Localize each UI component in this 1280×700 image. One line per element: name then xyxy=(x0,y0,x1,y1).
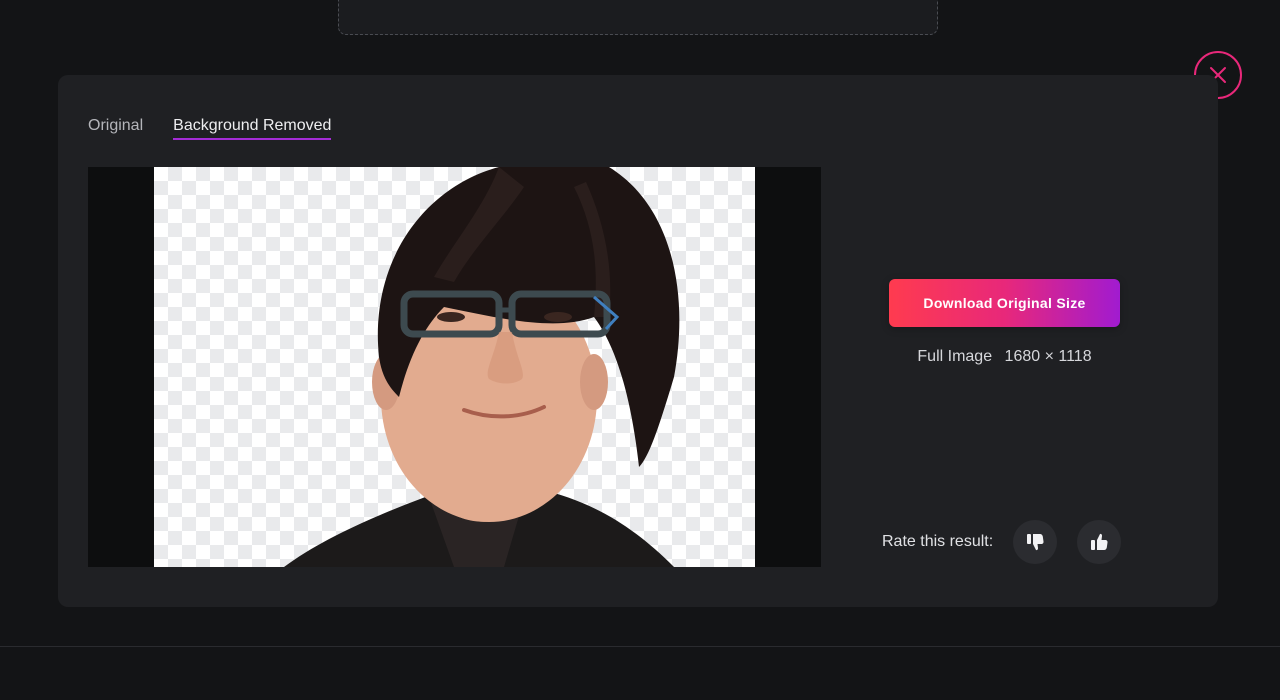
image-preview xyxy=(88,167,821,567)
thumbs-up-icon xyxy=(1091,533,1108,550)
thumbs-down-button[interactable] xyxy=(1013,520,1058,564)
thumbs-up-button[interactable] xyxy=(1077,520,1122,564)
upload-dropzone[interactable] xyxy=(338,0,938,35)
image-size-label: Full Image xyxy=(917,348,993,365)
footer-divider xyxy=(0,646,1280,647)
view-tabs: Original Background Removed xyxy=(88,117,332,140)
image-size-info: Full Image 1680 × 1118 xyxy=(889,348,1120,366)
rating-section: Rate this result: xyxy=(882,520,1141,564)
subject-cutout-image xyxy=(284,167,680,567)
image-dimensions: 1680 × 1118 xyxy=(1004,348,1092,365)
tab-original[interactable]: Original xyxy=(88,117,143,140)
thumbs-down-icon xyxy=(1027,534,1044,551)
tab-background-removed[interactable]: Background Removed xyxy=(173,117,332,140)
transparent-background-canvas xyxy=(154,167,755,567)
download-original-size-button[interactable]: Download Original Size xyxy=(889,279,1120,327)
page: Original Background Removed Download Ori… xyxy=(0,0,1280,700)
rating-label: Rate this result: xyxy=(882,533,994,550)
